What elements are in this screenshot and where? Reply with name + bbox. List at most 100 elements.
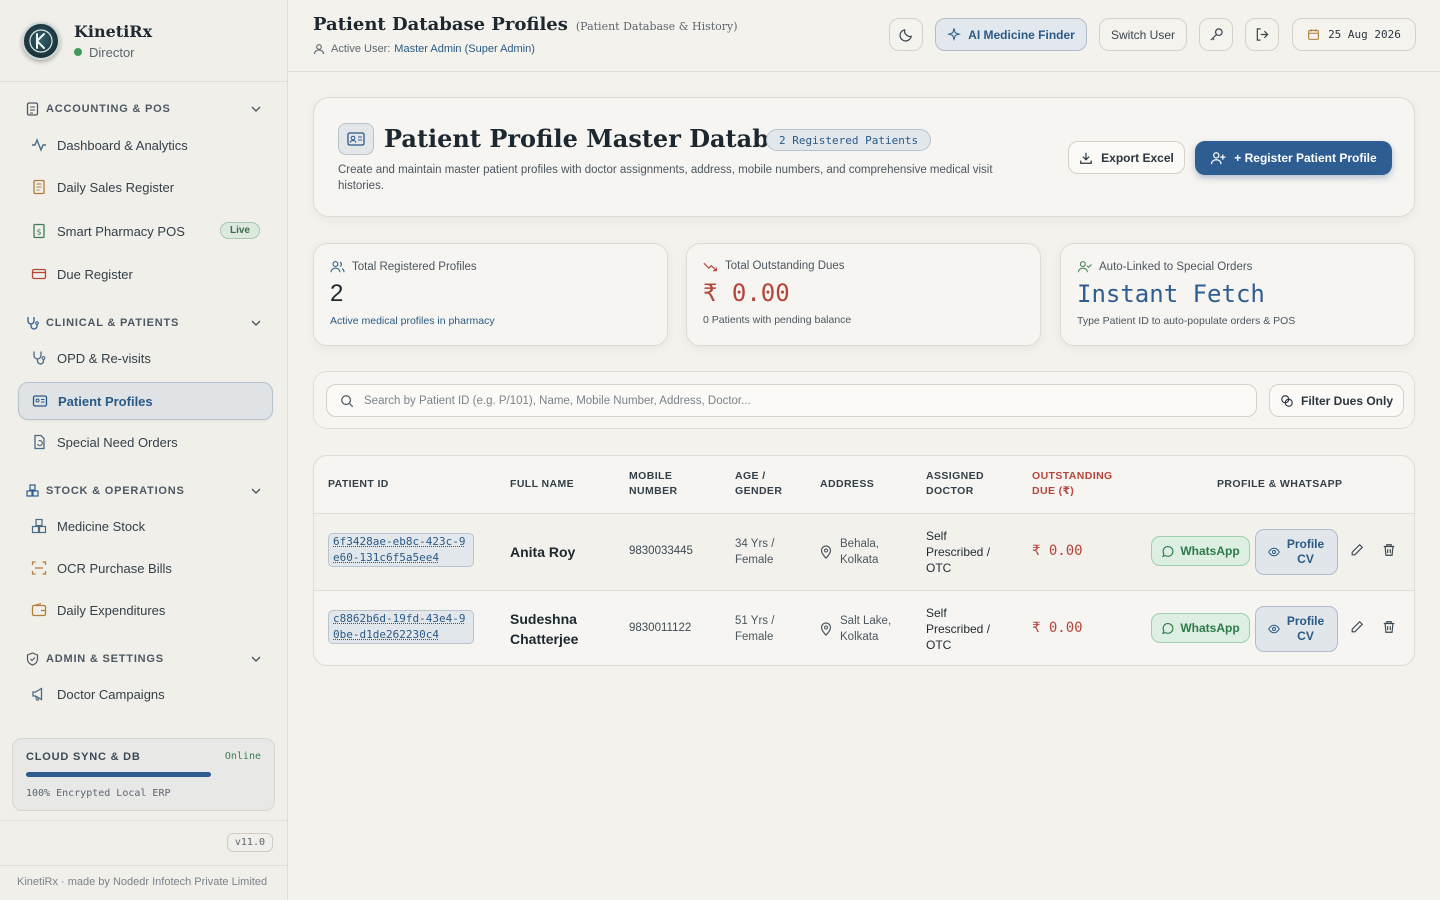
sidebar-item-patient-profiles[interactable]: Patient Profiles <box>18 382 273 420</box>
brand-logo <box>22 21 60 60</box>
column-header-profile-whatsapp: PROFILE & WHATSAPP <box>1217 478 1343 490</box>
page-title: Patient Database Profiles <box>313 14 568 35</box>
chevron-down-icon <box>251 656 261 662</box>
sidebar-item-doctor-campaigns[interactable]: Doctor Campaigns <box>18 675 273 713</box>
sidebar-item-smart-pos[interactable]: $ Smart Pharmacy POS Live <box>18 212 273 250</box>
whatsapp-label: WhatsApp <box>1180 544 1240 558</box>
section-admin-settings[interactable]: ADMIN & SETTINGS <box>26 649 261 669</box>
stat-card-outstanding-dues: Total Outstanding Dues ₹ 0.00 0 Patients… <box>686 243 1041 346</box>
trash-icon <box>1383 544 1395 556</box>
boxes-icon <box>31 518 47 534</box>
whatsapp-button[interactable]: WhatsApp <box>1151 613 1250 643</box>
stat-label: Total Outstanding Dues <box>725 260 845 272</box>
edit-patient-button[interactable] <box>1350 543 1366 559</box>
sidebar-item-medicine-stock[interactable]: Medicine Stock <box>18 507 273 545</box>
sidebar-item-label: Doctor Campaigns <box>57 686 165 702</box>
section-title: CLINICAL & PATIENTS <box>46 317 180 329</box>
profile-cv-button[interactable]: Profile CV <box>1255 529 1338 575</box>
download-icon <box>1080 152 1093 164</box>
stat-value: ₹ 0.00 <box>703 279 790 307</box>
hero-card: Patient Profile Master Database 2 Regist… <box>313 97 1415 217</box>
logout-button[interactable] <box>1245 18 1279 51</box>
column-header-address: ADDRESS <box>820 478 875 490</box>
active-user-label: Active User: <box>331 43 391 55</box>
sidebar-item-label: Daily Sales Register <box>57 179 175 195</box>
trending-down-icon <box>703 262 717 271</box>
hero-description: Create and maintain master patient profi… <box>338 164 993 192</box>
active-user-name: Master Admin (Super Admin) <box>394 43 535 55</box>
whatsapp-label: WhatsApp <box>1180 621 1240 635</box>
profile-cv-button[interactable]: Profile CV <box>1255 606 1338 652</box>
brand-name: KinetiRx <box>74 21 153 41</box>
sidebar-item-label: OPD & Re-visits <box>57 350 151 366</box>
sidebar-item-due-register[interactable]: Due Register <box>18 255 273 293</box>
sidebar-item-special-orders[interactable]: Special Need Orders <box>18 423 273 461</box>
search-bar: Search by Patient ID (e.g. P/101), Name,… <box>313 371 1415 429</box>
footer-credit: KinetiRx · made by Nodedr Infotech Priva… <box>17 876 268 888</box>
boxes-icon <box>26 484 39 497</box>
filter-off-icon <box>1281 394 1293 407</box>
hero-title: Patient Profile Master Database <box>384 124 814 153</box>
receipt-icon <box>31 179 47 195</box>
filter-dues-button[interactable]: Filter Dues Only <box>1269 384 1404 417</box>
key-button[interactable] <box>1199 18 1233 51</box>
user-icon <box>313 44 325 55</box>
delete-patient-button[interactable] <box>1382 543 1398 559</box>
patient-mobile: 9830033445 <box>629 545 693 557</box>
assigned-doctor: Self Prescribed / OTC <box>926 529 991 575</box>
page-title-group: Patient Database Profiles (Patient Datab… <box>313 14 738 35</box>
stat-footnote: Active medical profiles in pharmacy <box>330 315 495 327</box>
switch-user-button[interactable]: Switch User <box>1099 18 1187 51</box>
delete-patient-button[interactable] <box>1382 620 1398 636</box>
chevron-down-icon <box>251 320 261 326</box>
moon-icon <box>898 29 912 42</box>
outstanding-due: ₹ 0.00 <box>1032 543 1083 559</box>
search-placeholder: Search by Patient ID (e.g. P/101), Name,… <box>364 394 751 407</box>
sidebar-item-daily-sales[interactable]: Daily Sales Register <box>18 168 273 206</box>
top-header: Patient Database Profiles (Patient Datab… <box>288 0 1440 72</box>
sparkles-icon <box>947 27 962 41</box>
brand-header: KinetiRx Director <box>0 0 287 82</box>
sidebar: KinetiRx Director ACCOUNTING & POS Dashb… <box>0 0 288 900</box>
sidebar-item-dashboard[interactable]: Dashboard & Analytics <box>18 126 273 164</box>
activity-icon <box>31 137 47 153</box>
sync-progress-bar <box>26 772 211 777</box>
scan-icon <box>31 560 47 576</box>
section-accounting-pos[interactable]: ACCOUNTING & POS <box>26 99 261 119</box>
table-row[interactable]: 6f3428ae-eb8c-423c-9e60-131c6f5a5ee4 Ani… <box>314 513 1414 590</box>
id-card-icon <box>338 123 374 155</box>
section-stock-operations[interactable]: STOCK & OPERATIONS <box>26 481 261 501</box>
stat-label: Auto-Linked to Special Orders <box>1099 260 1253 273</box>
patient-mobile: 9830011122 <box>629 622 692 634</box>
sidebar-item-ocr-bills[interactable]: OCR Purchase Bills <box>18 549 273 587</box>
patient-id-link[interactable]: 6f3428ae-eb8c-423c-9e60-131c6f5a5ee4 <box>328 533 474 567</box>
section-title: ADMIN & SETTINGS <box>46 653 164 665</box>
whatsapp-button[interactable]: WhatsApp <box>1151 536 1250 566</box>
pencil-icon <box>1351 620 1364 633</box>
ai-medicine-finder-button[interactable]: AI Medicine Finder <box>935 18 1087 51</box>
sidebar-item-label: OCR Purchase Bills <box>57 560 172 576</box>
sidebar-item-label: Smart Pharmacy POS <box>57 223 185 239</box>
brand-logo-icon <box>29 28 53 53</box>
calendar-icon <box>1308 29 1319 40</box>
column-header-age-gender: AGE / GENDER <box>735 470 783 497</box>
assigned-doctor: Self Prescribed / OTC <box>926 606 991 652</box>
pencil-icon <box>1351 543 1364 556</box>
sidebar-item-opd-revisits[interactable]: OPD & Re-visits <box>18 339 273 377</box>
stat-value: 2 <box>330 280 344 307</box>
patient-search-input[interactable]: Search by Patient ID (e.g. P/101), Name,… <box>326 384 1257 417</box>
section-title: ACCOUNTING & POS <box>46 103 171 115</box>
export-excel-button[interactable]: Export Excel <box>1068 141 1185 174</box>
registered-count-badge: 2 Registered Patients <box>766 129 932 151</box>
edit-patient-button[interactable] <box>1350 620 1366 636</box>
sidebar-item-daily-expenditures[interactable]: Daily Expenditures <box>18 591 273 629</box>
theme-toggle-button[interactable] <box>889 18 923 51</box>
register-patient-button[interactable]: + Register Patient Profile <box>1195 141 1392 175</box>
table-row[interactable]: c8862b6d-19fd-43e4-90be-d1de262230c4 Sud… <box>314 590 1414 665</box>
patient-age-gender: 34 Yrs / Female <box>735 538 775 566</box>
section-clinical-patients[interactable]: CLINICAL & PATIENTS <box>26 313 261 333</box>
outstanding-due: ₹ 0.00 <box>1032 620 1083 636</box>
date-display[interactable]: 25 Aug 2026 <box>1292 18 1416 51</box>
chevron-down-icon <box>251 106 261 112</box>
patient-id-link[interactable]: c8862b6d-19fd-43e4-90be-d1de262230c4 <box>328 610 474 644</box>
